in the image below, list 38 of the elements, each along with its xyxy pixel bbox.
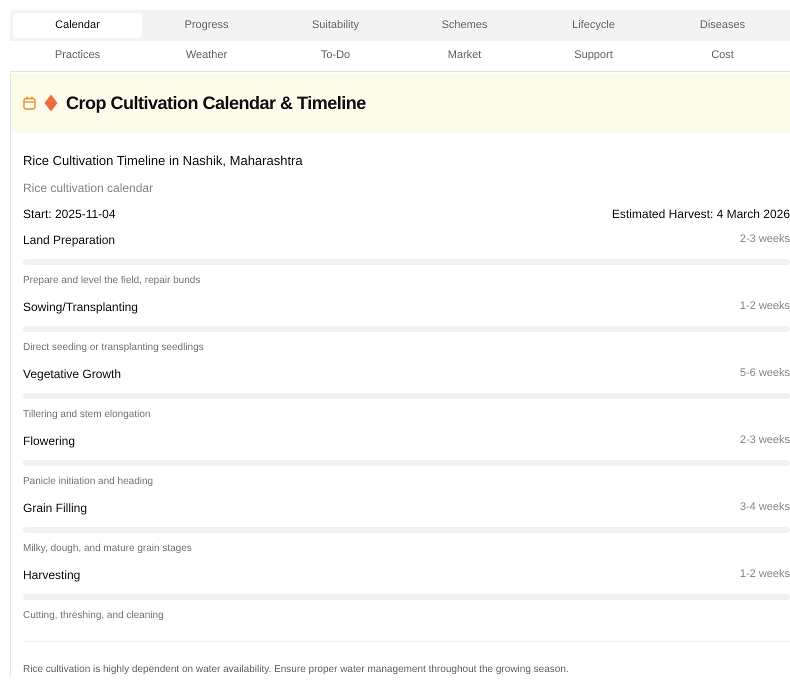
tab[interactable]: Market [400,42,529,67]
start-date: Start: 2025-11-04 [23,206,116,222]
timeline-subtitle: Rice cultivation calendar [23,180,154,196]
stage-description: Panicle initiation and heading [23,474,154,488]
stage-duration: 3-4 weeks [740,500,790,516]
stage-duration: 1-2 weeks [740,567,790,582]
stage-name: Sowing/Transplanting [23,298,138,316]
tab[interactable]: Support [529,42,658,67]
stage-name: Grain Filling [23,500,88,516]
tab[interactable]: Suitability [271,13,400,38]
tab[interactable]: Weather [142,42,271,67]
stage-description: Prepare and level the field, repair bunds [23,274,202,288]
timeline-title: Rice Cultivation Timeline in Nashik, Maharashtra [23,152,304,170]
tab[interactable]: Practices [13,42,142,67]
stage-name: Flowering [23,432,76,450]
tab[interactable]: Cost [658,42,787,67]
tab[interactable]: Diseases [658,13,787,38]
tab[interactable]: Schemes [400,13,529,38]
harvest-date: Estimated Harvest: 4 March 2026 [612,206,790,222]
diamond-icon [44,94,58,112]
stage-name: Harvesting [23,566,80,584]
tab[interactable]: To-Do [271,42,400,67]
stage-description: Cutting, threshing, and cleaning [23,608,165,622]
stage-name: Land Preparation [23,232,116,248]
stage-description: Tillering and stem elongation [23,408,152,422]
stage-description: Milky, dough, and mature grain stages [23,542,193,556]
card-title: Crop Cultivation Calendar & Timeline [66,92,366,115]
tab[interactable]: Progress [142,13,271,38]
tab[interactable]: Lifecycle [529,13,658,38]
stage-description: Direct seeding or transplanting seedlings [23,340,205,354]
tab[interactable]: Calendar [13,13,142,38]
stage-duration: 2-3 weeks [740,232,790,248]
stage-duration: 1-2 weeks [740,299,790,314]
stage-duration: 5-6 weeks [740,366,790,382]
stage-duration: 2-3 weeks [740,433,790,448]
calendar-icon [23,96,36,110]
note-text: Rice cultivation is highly dependent on water availability. Ensure proper water management throughout the growing season. [23,662,570,676]
stage-name: Vegetative Growth [23,366,122,382]
